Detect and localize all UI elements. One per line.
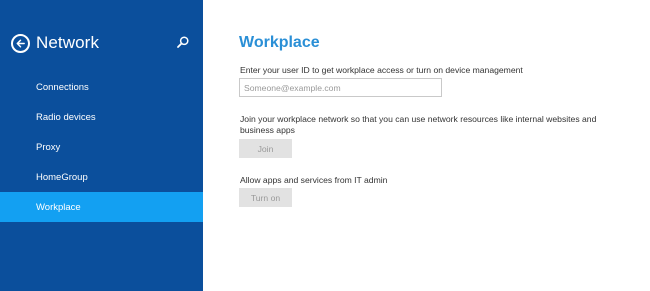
back-arrow-icon[interactable] <box>11 33 30 53</box>
sidebar-item-workplace[interactable]: Workplace <box>0 192 203 222</box>
user-id-label: Enter your user ID to get workplace acce… <box>240 65 523 75</box>
page-title: Workplace <box>239 34 320 51</box>
join-description: Join your workplace network so that you … <box>240 114 597 135</box>
sidebar-item-radio-devices[interactable]: Radio devices <box>0 102 203 132</box>
main-content: Workplace Enter your user ID to get work… <box>203 0 650 291</box>
sidebar-item-connections[interactable]: Connections <box>0 72 203 102</box>
allow-apps-label: Allow apps and services from IT admin <box>240 175 388 185</box>
sidebar-item-proxy[interactable]: Proxy <box>0 132 203 162</box>
sidebar-title: Network <box>36 33 100 52</box>
sidebar-item-homegroup[interactable]: HomeGroup <box>0 162 203 192</box>
settings-window: Network Connections Radio devices Proxy … <box>0 0 650 291</box>
turn-on-button[interactable]: Turn on <box>239 188 292 207</box>
sidebar-nav: Connections Radio devices Proxy HomeGrou… <box>0 72 203 222</box>
search-icon[interactable] <box>176 35 190 49</box>
sidebar-header: Network <box>11 30 195 56</box>
user-id-input[interactable] <box>239 78 442 97</box>
join-button[interactable]: Join <box>239 139 292 158</box>
sidebar: Network Connections Radio devices Proxy … <box>0 0 203 291</box>
